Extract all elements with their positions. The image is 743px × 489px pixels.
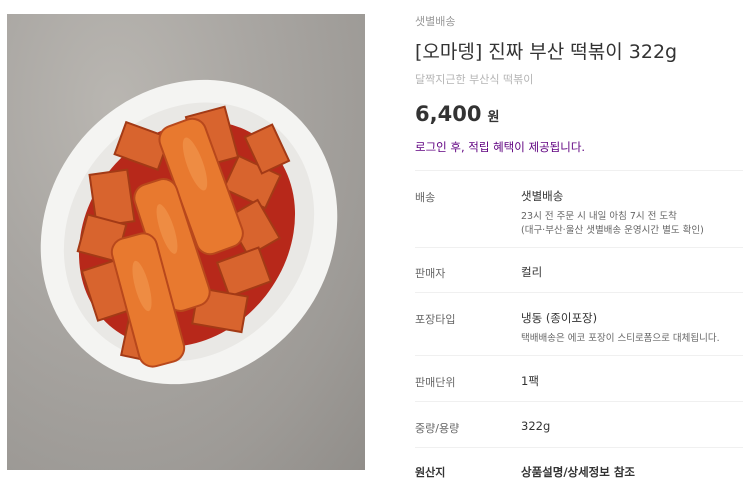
- detail-value: 상품설명/상세정보 참조: [521, 465, 636, 479]
- detail-row-delivery: 배송 샛별배송 23시 전 주문 시 내일 아침 7시 전 도착 (대구·부산·…: [415, 170, 743, 248]
- detail-label: 포장타입: [415, 313, 456, 326]
- detail-label: 배송: [415, 191, 436, 204]
- detail-note: 택배배송은 에코 포장이 스티로폼으로 대체됩니다.: [521, 333, 720, 344]
- detail-note: (대구·부산·울산 샛별배송 운영시간 별도 확인): [521, 225, 704, 236]
- detail-label: 중량/용량: [415, 422, 460, 435]
- detail-label: 판매단위: [415, 376, 456, 389]
- product-subtitle: 달짝지근한 부산식 떡볶이: [415, 73, 534, 86]
- detail-row-unit: 판매단위 1팩: [415, 355, 743, 402]
- detail-row-origin: 원산지 상품설명/상세정보 참조: [415, 447, 743, 488]
- detail-value: 샛별배송: [521, 189, 564, 203]
- detail-value: 컬리: [521, 265, 543, 279]
- detail-row-packaging: 포장타입 냉동 (종이포장) 택배배송은 에코 포장이 스티로폼으로 대체됩니다…: [415, 292, 743, 356]
- product-image: [7, 14, 365, 470]
- detail-row-seller: 판매자 컬리: [415, 247, 743, 293]
- delivery-tag: 샛별배송: [415, 15, 456, 28]
- price-amount: 6,400: [415, 102, 482, 126]
- price-unit: 원: [487, 110, 500, 125]
- detail-value: 1팩: [521, 374, 539, 388]
- detail-row-weight: 중량/용량 322g: [415, 401, 743, 448]
- tteokbokki-plate-illustration: [40, 79, 338, 385]
- detail-label: 판매자: [415, 267, 446, 280]
- login-notice[interactable]: 로그인 후, 적립 혜택이 제공됩니다.: [415, 139, 585, 155]
- detail-note: 23시 전 주문 시 내일 아침 7시 전 도착: [521, 211, 677, 222]
- detail-value: 322g: [521, 419, 551, 433]
- price: 6,400 원: [415, 102, 499, 126]
- detail-value: 냉동 (종이포장): [521, 311, 598, 325]
- detail-label: 원산지: [415, 466, 446, 479]
- product-title: [오마뎅] 진짜 부산 떡볶이 322g: [415, 41, 678, 63]
